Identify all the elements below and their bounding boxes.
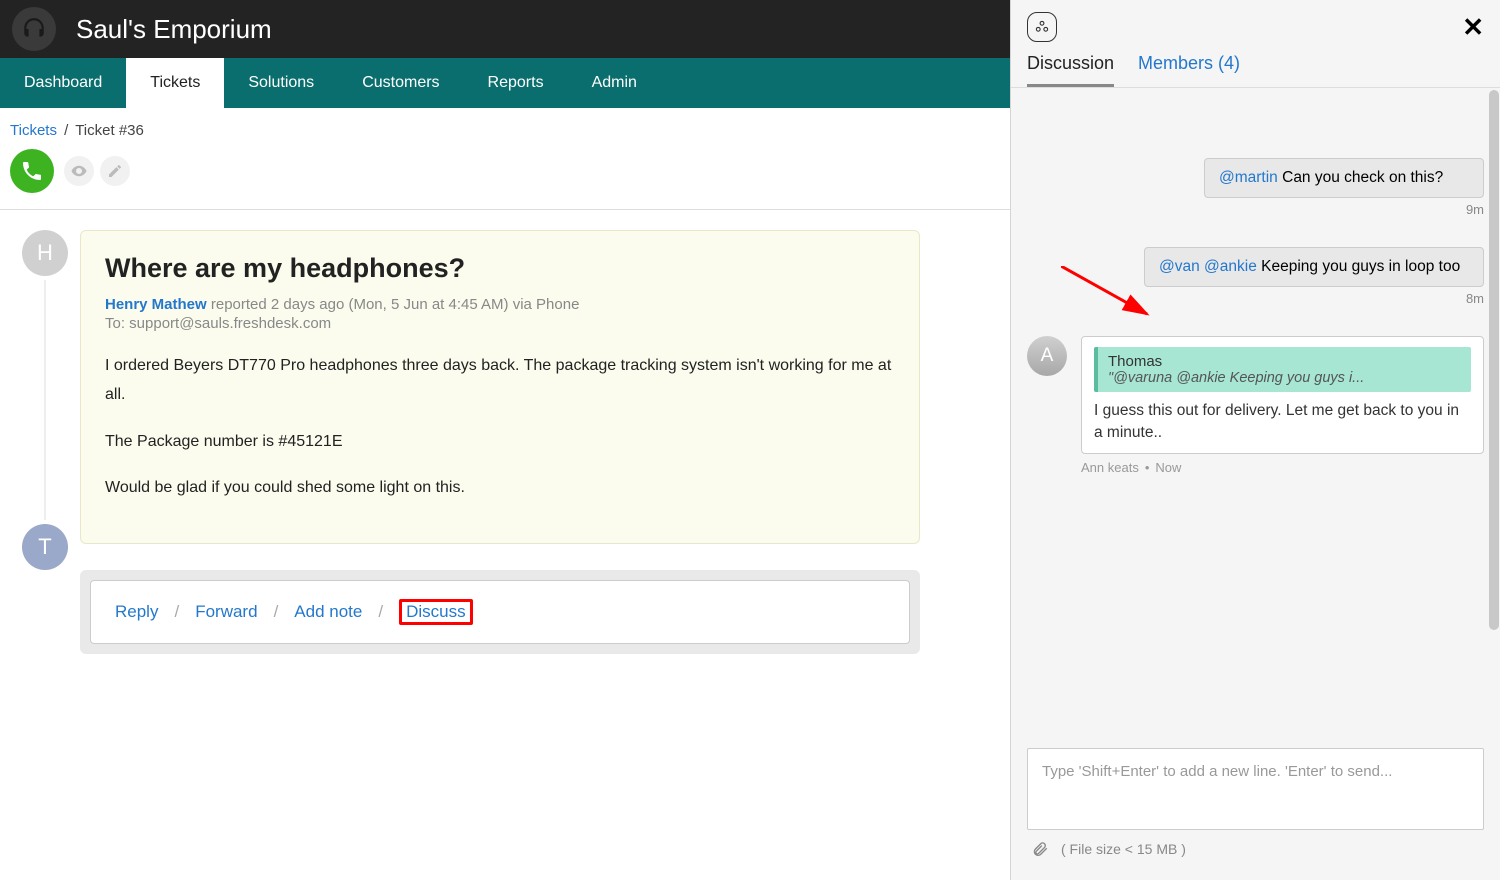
ticket-to: To: support@sauls.freshdesk.com: [105, 315, 895, 332]
attach-hint: ( File size < 15 MB ): [1061, 841, 1186, 857]
ticket-meta: Henry Mathew reported 2 days ago (Mon, 5…: [105, 296, 895, 313]
addnote-link[interactable]: Add note: [294, 602, 362, 622]
edit-icon[interactable]: [100, 156, 130, 186]
discuss-link[interactable]: Discuss: [406, 602, 466, 621]
reply-bar-wrap: Reply / Forward / Add note / Discuss: [80, 570, 920, 654]
panel-header: ✕: [1011, 0, 1500, 43]
ticket-title: Where are my headphones?: [105, 253, 895, 284]
tab-members[interactable]: Members (4): [1138, 53, 1240, 87]
ticket-author[interactable]: Henry Mathew: [105, 296, 207, 313]
ticket-body-line: The Package number is #45121E: [105, 428, 895, 457]
watch-icon[interactable]: [64, 156, 94, 186]
logo-icon[interactable]: [12, 7, 56, 51]
quote-author: Thomas: [1108, 353, 1461, 370]
tab-discussion[interactable]: Discussion: [1027, 53, 1114, 87]
message-time: 9m: [1027, 202, 1484, 217]
message-in: Thomas "@varuna @ankie Keeping you guys …: [1081, 336, 1484, 454]
attach-row: ( File size < 15 MB ): [1027, 830, 1484, 868]
phone-channel-icon[interactable]: [10, 149, 54, 193]
quote-text: "@varuna @ankie Keeping you guys i...: [1108, 370, 1461, 386]
compose-input[interactable]: Type 'Shift+Enter' to add a new line. 'E…: [1027, 748, 1484, 830]
quote-box: Thomas "@varuna @ankie Keeping you guys …: [1094, 347, 1471, 392]
nav-dashboard[interactable]: Dashboard: [0, 58, 126, 108]
thread-gutter: H T: [10, 230, 80, 654]
message-out: @van @ankie Keeping you guys in loop too: [1144, 247, 1484, 287]
messages-area[interactable]: @martin Can you check on this? 9m @van @…: [1011, 88, 1500, 736]
nav-reports[interactable]: Reports: [464, 58, 568, 108]
compose-area: Type 'Shift+Enter' to add a new line. 'E…: [1011, 736, 1500, 880]
message-meta: Ann keats•Now: [1081, 460, 1484, 475]
reply-bar: Reply / Forward / Add note / Discuss: [90, 580, 910, 644]
breadcrumb-current: Ticket #36: [75, 122, 144, 139]
nav-customers[interactable]: Customers: [338, 58, 463, 108]
nav-admin[interactable]: Admin: [568, 58, 661, 108]
ticket-body: I ordered Beyers DT770 Pro headphones th…: [105, 352, 895, 503]
paperclip-icon[interactable]: [1031, 840, 1049, 858]
breadcrumb-root[interactable]: Tickets: [10, 122, 57, 139]
discuss-highlight-inline: Discuss: [399, 599, 473, 625]
discussion-panel: ✕ Discussion Members (4) @martin Can you…: [1010, 0, 1500, 880]
close-icon[interactable]: ✕: [1462, 12, 1484, 43]
message-avatar[interactable]: A: [1027, 336, 1067, 376]
requester-avatar[interactable]: H: [22, 230, 68, 276]
message-out: @martin Can you check on this?: [1204, 158, 1484, 198]
ticket-body-line: I ordered Beyers DT770 Pro headphones th…: [105, 352, 895, 410]
forward-link[interactable]: Forward: [195, 602, 257, 622]
mention[interactable]: @van: [1159, 258, 1200, 275]
message-in-row: A Thomas "@varuna @ankie Keeping you guy…: [1027, 336, 1484, 454]
mention[interactable]: @martin: [1219, 169, 1278, 186]
nav-tickets[interactable]: Tickets: [126, 58, 224, 108]
company-name: Saul's Emporium: [76, 14, 272, 45]
thread-line: [44, 280, 46, 520]
collab-icon: [1027, 12, 1057, 42]
panel-tabs: Discussion Members (4): [1011, 43, 1500, 88]
ticket-body-line: Would be glad if you could shed some lig…: [105, 474, 895, 503]
message-body: I guess this out for delivery. Let me ge…: [1094, 400, 1471, 443]
reply-link[interactable]: Reply: [115, 602, 158, 622]
nav-solutions[interactable]: Solutions: [224, 58, 338, 108]
agent-avatar[interactable]: T: [22, 524, 68, 570]
ticket-card: Where are my headphones? Henry Mathew re…: [80, 230, 920, 544]
mention[interactable]: @ankie: [1204, 258, 1257, 275]
